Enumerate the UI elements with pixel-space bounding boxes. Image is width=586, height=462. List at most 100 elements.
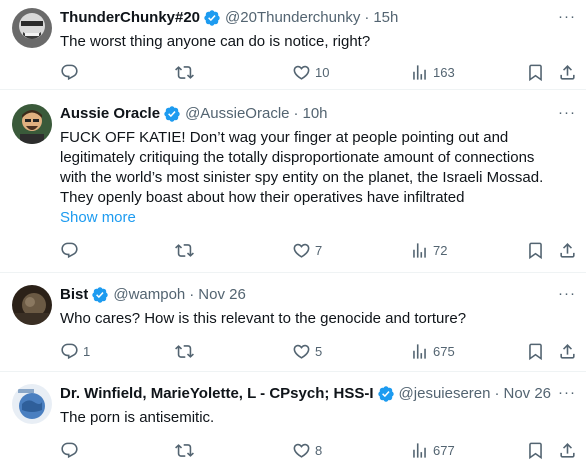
avatar-image bbox=[12, 285, 52, 325]
bookmark-button[interactable] bbox=[526, 438, 545, 462]
view-count: 675 bbox=[433, 343, 455, 359]
handle[interactable]: @jesuieseren bbox=[399, 384, 491, 404]
reply-icon bbox=[60, 441, 79, 460]
reply-button[interactable]: 1 bbox=[60, 339, 90, 363]
like-button[interactable]: 10 bbox=[292, 60, 329, 84]
like-button[interactable]: 7 bbox=[292, 238, 322, 262]
timestamp[interactable]: 15h bbox=[373, 8, 398, 28]
avatar[interactable] bbox=[12, 8, 52, 48]
bookmark-icon bbox=[526, 342, 545, 361]
show-more-link[interactable]: Show more bbox=[60, 208, 572, 228]
retweet-icon bbox=[175, 441, 194, 460]
tweet-text: Who cares? How is this relevant to the g… bbox=[60, 310, 467, 327]
handle[interactable]: @wampoh bbox=[113, 285, 185, 305]
action-bar: 10 163 bbox=[50, 60, 586, 84]
tweet-text: FUCK OFF KATIE! Don’t wag your finger at… bbox=[60, 128, 572, 228]
like-icon bbox=[292, 342, 311, 361]
handle[interactable]: @20Thunderchunky bbox=[225, 8, 360, 28]
avatar[interactable] bbox=[12, 285, 52, 325]
views-icon bbox=[410, 63, 429, 82]
tweet-text: The porn is antisemitic. bbox=[60, 409, 215, 426]
reply-button[interactable] bbox=[60, 60, 83, 84]
share-icon bbox=[558, 63, 577, 82]
tweet-2[interactable]: Aussie Oracle @AussieOracle · 10h ··· FU… bbox=[0, 90, 586, 273]
views-button[interactable]: 677 bbox=[410, 438, 455, 462]
verified-badge-icon bbox=[163, 105, 181, 123]
like-count: 7 bbox=[315, 242, 323, 258]
like-count: 5 bbox=[315, 343, 323, 359]
bookmark-icon bbox=[526, 63, 545, 82]
like-count: 8 bbox=[315, 442, 323, 458]
view-count: 677 bbox=[433, 442, 455, 458]
tweet-text: The worst thing anyone can do is notice,… bbox=[60, 33, 371, 50]
action-bar: 7 72 bbox=[50, 238, 586, 262]
separator: · bbox=[189, 286, 195, 303]
share-icon bbox=[558, 441, 577, 460]
avatar[interactable] bbox=[12, 104, 52, 144]
timestamp[interactable]: Nov 26 bbox=[504, 384, 552, 404]
share-icon bbox=[558, 241, 577, 260]
bookmark-button[interactable] bbox=[526, 60, 545, 84]
display-name[interactable]: ThunderChunky#20 bbox=[60, 8, 200, 28]
bookmark-button[interactable] bbox=[526, 238, 545, 262]
display-name[interactable]: Aussie Oracle bbox=[60, 104, 160, 124]
tweet-4[interactable]: Dr. Winfield, MarieYolette, L - CPsych; … bbox=[0, 372, 586, 462]
tweet-text-line: legitimately critiquing the totally disp… bbox=[60, 149, 535, 166]
retweet-button[interactable] bbox=[175, 238, 198, 262]
tweet-header: Dr. Winfield, MarieYolette, L - CPsych; … bbox=[60, 384, 576, 404]
share-button[interactable] bbox=[558, 238, 577, 262]
retweet-button[interactable] bbox=[175, 438, 198, 462]
view-count: 163 bbox=[433, 64, 455, 80]
retweet-button[interactable] bbox=[175, 60, 198, 84]
views-button[interactable]: 72 bbox=[410, 238, 447, 262]
separator: · bbox=[494, 385, 500, 402]
display-name[interactable]: Dr. Winfield, MarieYolette, L - CPsych; … bbox=[60, 384, 374, 404]
reply-count: 1 bbox=[83, 343, 91, 359]
avatar[interactable] bbox=[12, 384, 52, 424]
reply-icon bbox=[60, 342, 79, 361]
verified-badge-icon bbox=[377, 385, 395, 403]
avatar-image bbox=[12, 8, 52, 48]
verified-badge-icon bbox=[91, 286, 109, 304]
more-icon[interactable]: ··· bbox=[558, 285, 576, 302]
reply-icon bbox=[60, 63, 79, 82]
share-button[interactable] bbox=[558, 339, 577, 363]
tweet-text-line: FUCK OFF KATIE! Don’t wag your finger at… bbox=[60, 129, 509, 146]
like-icon bbox=[292, 441, 311, 460]
share-button[interactable] bbox=[558, 438, 577, 462]
timestamp[interactable]: Nov 26 bbox=[198, 285, 246, 305]
views-button[interactable]: 675 bbox=[410, 339, 455, 363]
display-name[interactable]: Bist bbox=[60, 285, 88, 305]
reply-button[interactable] bbox=[60, 238, 83, 262]
bookmark-icon bbox=[526, 241, 545, 260]
like-button[interactable]: 5 bbox=[292, 339, 322, 363]
retweet-icon bbox=[175, 63, 194, 82]
more-icon[interactable]: ··· bbox=[558, 8, 576, 25]
views-icon bbox=[410, 441, 429, 460]
views-button[interactable]: 163 bbox=[410, 60, 455, 84]
like-icon bbox=[292, 241, 311, 260]
bookmark-icon bbox=[526, 441, 545, 460]
handle[interactable]: @AussieOracle bbox=[185, 104, 289, 124]
retweet-icon bbox=[175, 241, 194, 260]
share-button[interactable] bbox=[558, 60, 577, 84]
like-button[interactable]: 8 bbox=[292, 438, 322, 462]
view-count: 72 bbox=[433, 242, 448, 258]
verified-badge-icon bbox=[203, 9, 221, 27]
like-count: 10 bbox=[315, 64, 330, 80]
separator: · bbox=[293, 105, 299, 122]
more-icon[interactable]: ··· bbox=[558, 104, 576, 121]
more-icon[interactable]: ··· bbox=[558, 384, 576, 401]
avatar-image bbox=[12, 104, 52, 144]
tweet-3[interactable]: Bist @wampoh · Nov 26 ··· Who cares? How… bbox=[0, 273, 586, 372]
retweet-icon bbox=[175, 342, 194, 361]
retweet-button[interactable] bbox=[175, 339, 198, 363]
timestamp[interactable]: 10h bbox=[303, 104, 328, 124]
reply-button[interactable] bbox=[60, 438, 83, 462]
tweet-header: ThunderChunky#20 @20Thunderchunky · 15h bbox=[60, 8, 576, 28]
bookmark-button[interactable] bbox=[526, 339, 545, 363]
action-bar: 8 677 bbox=[50, 438, 586, 462]
like-icon bbox=[292, 63, 311, 82]
tweet-1[interactable]: ThunderChunky#20 @20Thunderchunky · 15h … bbox=[0, 0, 586, 90]
tweet-text-line: They openly boast about how their operat… bbox=[60, 189, 465, 206]
